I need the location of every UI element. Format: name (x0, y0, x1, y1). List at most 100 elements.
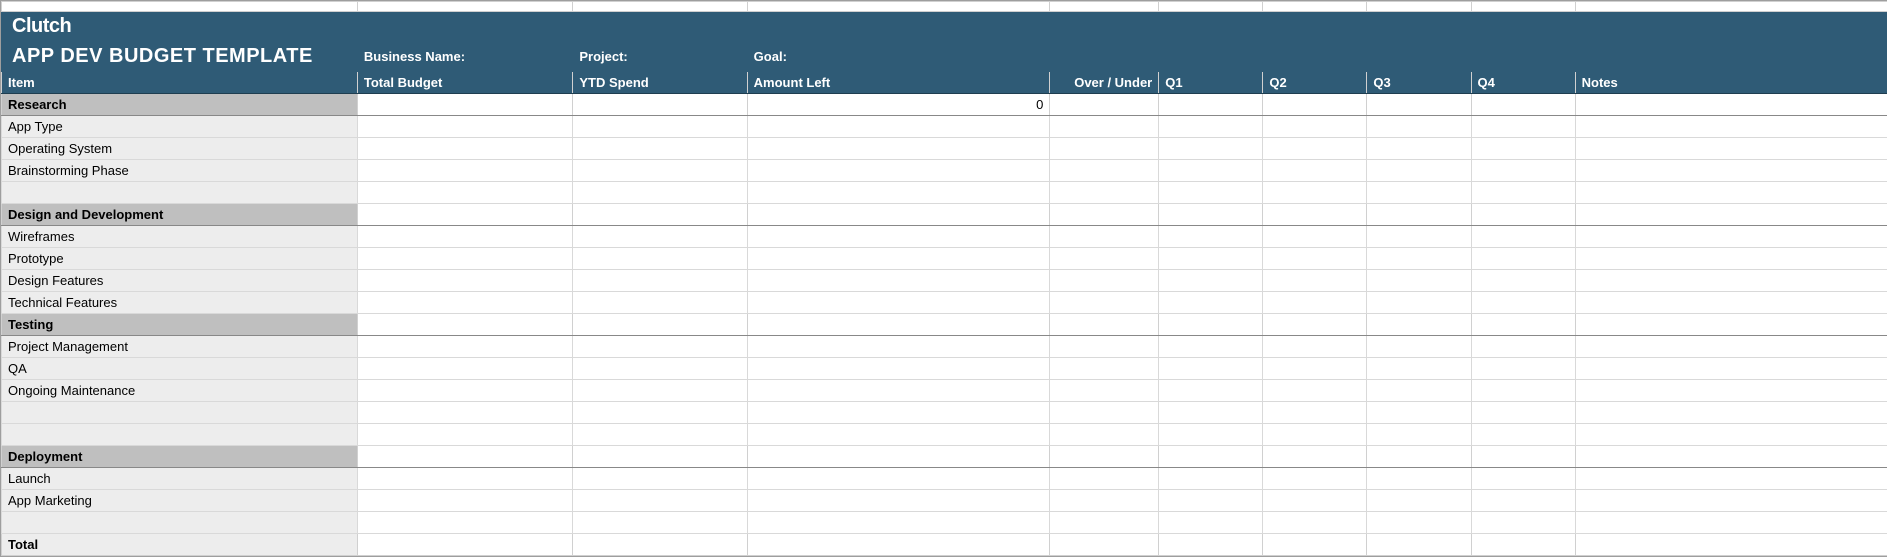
cell[interactable] (1575, 160, 1887, 182)
item-name[interactable]: Design Features (2, 270, 358, 292)
cell[interactable] (1050, 94, 1159, 116)
cell[interactable] (573, 490, 747, 512)
cell[interactable] (357, 248, 572, 270)
cell[interactable] (1263, 446, 1367, 468)
item-name[interactable]: Wireframes (2, 226, 358, 248)
cell[interactable] (573, 468, 747, 490)
cell[interactable] (1050, 248, 1159, 270)
cell[interactable] (1263, 512, 1367, 534)
cell[interactable] (1471, 270, 1575, 292)
cell[interactable] (357, 358, 572, 380)
cell[interactable] (573, 402, 747, 424)
cell[interactable] (1367, 336, 1471, 358)
cell[interactable] (1367, 534, 1471, 556)
cell[interactable] (1263, 226, 1367, 248)
section-name[interactable]: Design and Development (2, 204, 358, 226)
item-name[interactable]: Launch (2, 468, 358, 490)
total-label[interactable]: Total (2, 534, 358, 556)
label-goal[interactable]: Goal: (747, 42, 1050, 72)
cell[interactable] (357, 402, 572, 424)
cell[interactable] (1159, 314, 1263, 336)
cell[interactable] (1159, 534, 1263, 556)
cell[interactable] (747, 336, 1050, 358)
item-name[interactable]: Technical Features (2, 292, 358, 314)
section-amount-left[interactable] (747, 446, 1050, 468)
cell[interactable] (1263, 160, 1367, 182)
section-name[interactable]: Deployment (2, 446, 358, 468)
cell[interactable] (573, 512, 747, 534)
cell[interactable] (1575, 380, 1887, 402)
cell[interactable] (1367, 94, 1471, 116)
cell[interactable] (1575, 358, 1887, 380)
cell[interactable] (1367, 270, 1471, 292)
item-name[interactable]: Operating System (2, 138, 358, 160)
cell[interactable] (1575, 490, 1887, 512)
cell[interactable] (747, 248, 1050, 270)
cell[interactable] (2, 182, 358, 204)
cell[interactable] (1263, 292, 1367, 314)
cell[interactable] (1367, 512, 1471, 534)
cell[interactable] (1471, 446, 1575, 468)
cell[interactable] (1471, 534, 1575, 556)
cell[interactable] (1471, 94, 1575, 116)
col-q3[interactable]: Q3 (1367, 72, 1471, 94)
cell[interactable] (1159, 490, 1263, 512)
cell[interactable] (1050, 336, 1159, 358)
cell[interactable] (573, 358, 747, 380)
cell[interactable] (1050, 402, 1159, 424)
item-name[interactable]: App Type (2, 116, 358, 138)
cell[interactable] (1159, 182, 1263, 204)
cell[interactable] (1263, 314, 1367, 336)
cell[interactable] (1050, 292, 1159, 314)
cell[interactable] (357, 160, 572, 182)
cell[interactable] (1050, 468, 1159, 490)
cell[interactable] (747, 424, 1050, 446)
cell[interactable] (1159, 248, 1263, 270)
section-amount-left[interactable] (747, 204, 1050, 226)
col-amount-left[interactable]: Amount Left (747, 72, 1050, 94)
cell[interactable] (1263, 402, 1367, 424)
col-q1[interactable]: Q1 (1159, 72, 1263, 94)
cell[interactable] (1471, 424, 1575, 446)
cell[interactable] (1367, 138, 1471, 160)
cell[interactable] (1471, 116, 1575, 138)
item-name[interactable]: Brainstorming Phase (2, 160, 358, 182)
cell[interactable] (1159, 446, 1263, 468)
cell[interactable] (1575, 424, 1887, 446)
cell[interactable] (2, 424, 358, 446)
cell[interactable] (1367, 204, 1471, 226)
cell[interactable] (1367, 160, 1471, 182)
cell[interactable] (1050, 534, 1159, 556)
cell[interactable] (1471, 204, 1575, 226)
cell[interactable] (573, 226, 747, 248)
col-ytd-spend[interactable]: YTD Spend (573, 72, 747, 94)
cell[interactable] (1575, 314, 1887, 336)
cell[interactable] (1050, 446, 1159, 468)
cell[interactable] (573, 94, 747, 116)
cell[interactable] (1050, 138, 1159, 160)
cell[interactable] (1159, 380, 1263, 402)
cell[interactable] (747, 402, 1050, 424)
cell[interactable] (1575, 468, 1887, 490)
item-name[interactable]: Project Management (2, 336, 358, 358)
cell[interactable] (573, 292, 747, 314)
label-business-name[interactable]: Business Name: (357, 42, 572, 72)
cell[interactable] (1367, 358, 1471, 380)
cell[interactable] (1471, 138, 1575, 160)
cell[interactable] (1159, 336, 1263, 358)
cell[interactable] (1159, 358, 1263, 380)
cell[interactable] (573, 424, 747, 446)
cell[interactable] (1367, 182, 1471, 204)
cell[interactable] (1159, 270, 1263, 292)
cell[interactable] (573, 446, 747, 468)
cell[interactable] (357, 490, 572, 512)
cell[interactable] (1050, 314, 1159, 336)
cell[interactable] (573, 380, 747, 402)
cell[interactable] (1471, 226, 1575, 248)
cell[interactable] (1159, 402, 1263, 424)
label-project[interactable]: Project: (573, 42, 747, 72)
cell[interactable] (1263, 248, 1367, 270)
col-over-under[interactable]: Over / Under (1050, 72, 1159, 94)
cell[interactable] (1575, 204, 1887, 226)
cell[interactable] (747, 292, 1050, 314)
